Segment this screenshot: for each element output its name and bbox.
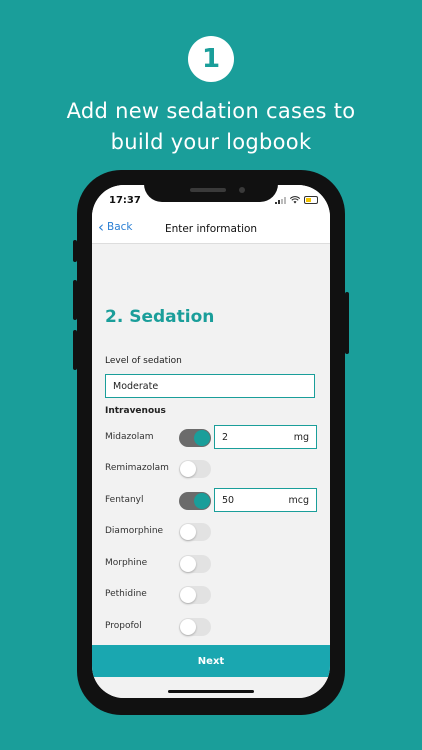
section-title: 2. Sedation (105, 307, 215, 327)
propofol-toggle[interactable] (179, 618, 211, 636)
fentanyl-toggle[interactable] (179, 492, 211, 510)
phone-screen: 17:37 ‹ Back Enter information 2. Sedati… (92, 185, 330, 698)
drug-row-pethidine: Pethidine (105, 582, 317, 608)
headline-line-2: build your logbook (110, 130, 312, 154)
drug-name: Propofol (105, 621, 142, 631)
drug-name: Diamorphine (105, 526, 164, 536)
morphine-toggle[interactable] (179, 555, 211, 573)
status-time: 17:37 (109, 195, 141, 206)
drug-name: Morphine (105, 558, 148, 568)
toggle-knob (180, 524, 196, 540)
dose-unit: mg (293, 432, 309, 443)
front-camera (239, 187, 245, 193)
level-of-sedation-input[interactable]: Moderate (105, 374, 315, 398)
promo-headline: Add new sedation cases to build your log… (0, 96, 422, 158)
midazolam-dose-input[interactable]: 2 mg (214, 425, 317, 449)
toggle-knob (194, 430, 210, 446)
drug-name: Fentanyl (105, 495, 144, 505)
home-indicator[interactable] (168, 690, 254, 693)
drug-row-fentanyl: Fentanyl 50 mcg (105, 488, 317, 514)
diamorphine-toggle[interactable] (179, 523, 211, 541)
drug-row-midazolam: Midazolam 2 mg (105, 425, 317, 451)
next-button[interactable]: Next (92, 645, 330, 677)
drug-row-diamorphine: Diamorphine (105, 519, 317, 545)
phone-power-button (345, 292, 349, 354)
status-icons (275, 196, 318, 204)
step-number-badge: 1 (188, 36, 234, 82)
midazolam-toggle[interactable] (179, 429, 211, 447)
toggle-knob (180, 556, 196, 572)
fentanyl-dose-input[interactable]: 50 mcg (214, 488, 317, 512)
drug-row-morphine: Morphine (105, 551, 317, 577)
battery-icon (304, 196, 318, 204)
remimazolam-toggle[interactable] (179, 460, 211, 478)
intravenous-heading: Intravenous (105, 406, 166, 416)
pethidine-toggle[interactable] (179, 586, 211, 604)
drug-row-remimazolam: Remimazolam (105, 456, 317, 482)
level-of-sedation-label: Level of sedation (105, 356, 182, 366)
drug-name: Midazolam (105, 432, 154, 442)
wifi-icon (290, 196, 300, 204)
home-indicator-area (92, 677, 330, 698)
signal-icon (275, 196, 286, 204)
nav-title: Enter information (164, 223, 258, 235)
drug-name: Pethidine (105, 589, 147, 599)
headline-line-1: Add new sedation cases to (66, 99, 356, 123)
drug-name: Remimazolam (105, 463, 169, 473)
toggle-knob (180, 461, 196, 477)
drug-row-propofol: Propofol (105, 614, 317, 640)
dose-unit: mcg (288, 495, 309, 506)
toggle-knob (194, 493, 210, 509)
toggle-knob (180, 587, 196, 603)
speaker-grille (190, 188, 226, 192)
dose-value: 2 (222, 432, 229, 443)
dose-value: 50 (222, 495, 235, 506)
navigation-bar: ‹ Back Enter information (92, 215, 330, 244)
toggle-knob (180, 619, 196, 635)
